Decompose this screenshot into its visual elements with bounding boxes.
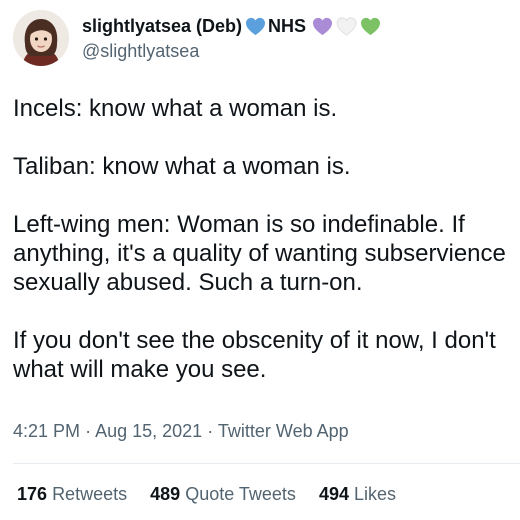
retweets-stat[interactable]: 176 Retweets <box>17 484 127 504</box>
tweet-line: Left-wing men: Woman is so indefinable. … <box>13 211 465 238</box>
retweets-count: 176 <box>17 484 48 504</box>
tweet-meta: 4:21 PM · Aug 15, 2021 · Twitter Web App <box>13 421 349 442</box>
author-handle[interactable]: @slightlyatsea <box>82 41 199 62</box>
tweet-paragraph: If you don't see the obscenity of it now… <box>13 326 506 384</box>
author-display-name[interactable]: slightlyatsea (Deb) <box>82 16 242 37</box>
tweet-card: slightlyatsea (Deb) NHS @slightlyatsea I… <box>0 0 520 520</box>
green-heart-shape <box>361 17 381 36</box>
tweet-date[interactable]: Aug 15, 2021 <box>95 421 202 441</box>
meta-separator: · <box>85 421 92 441</box>
white-heart-icon <box>336 17 357 36</box>
tweet-line: Taliban: know what a woman is. <box>13 153 351 180</box>
purple-heart-shape <box>313 17 333 36</box>
author-name-suffix: NHS <box>268 16 307 36</box>
avatar-illustration <box>13 10 69 66</box>
avatar[interactable] <box>13 10 69 66</box>
author-name-row[interactable]: slightlyatsea (Deb) NHS <box>82 16 381 37</box>
likes-label: Likes <box>354 484 397 504</box>
meta-separator: · <box>207 421 214 441</box>
tweet-text: Incels: know what a woman is. Taliban: k… <box>13 94 506 384</box>
tweet-line: If you don't see the obscenity of it now… <box>13 327 496 354</box>
tweet-time[interactable]: 4:21 PM <box>13 421 80 441</box>
divider <box>13 463 520 464</box>
retweets-label: Retweets <box>52 484 128 504</box>
tweet-stats: 176 Retweets 489 Quote Tweets 494 Likes <box>17 484 414 505</box>
blue-heart-shape <box>246 17 266 36</box>
tweet-paragraph: Taliban: know what a woman is. <box>13 152 506 181</box>
tweet-line: sexually abused. Such a turn-on. <box>13 269 363 296</box>
tweet-paragraph: Left-wing men: Woman is so indefinable. … <box>13 210 506 297</box>
green-heart-icon <box>360 17 381 36</box>
quote-tweets-label: Quote Tweets <box>185 484 296 504</box>
tweet-line: what will make you see. <box>13 356 267 383</box>
tweet-source[interactable]: Twitter Web App <box>218 421 349 441</box>
blue-heart-icon <box>245 17 266 36</box>
white-heart-shape <box>336 17 357 36</box>
likes-stat[interactable]: 494 Likes <box>319 484 396 504</box>
quote-tweets-count: 489 <box>150 484 181 504</box>
tweet-line: Incels: know what a woman is. <box>13 95 338 122</box>
purple-heart-icon <box>312 17 333 36</box>
tweet-paragraph: Incels: know what a woman is. <box>13 94 506 123</box>
tweet-line: anything, it's a quality of wanting subs… <box>13 240 506 267</box>
quote-tweets-stat[interactable]: 489 Quote Tweets <box>150 484 296 504</box>
likes-count: 494 <box>318 484 349 504</box>
